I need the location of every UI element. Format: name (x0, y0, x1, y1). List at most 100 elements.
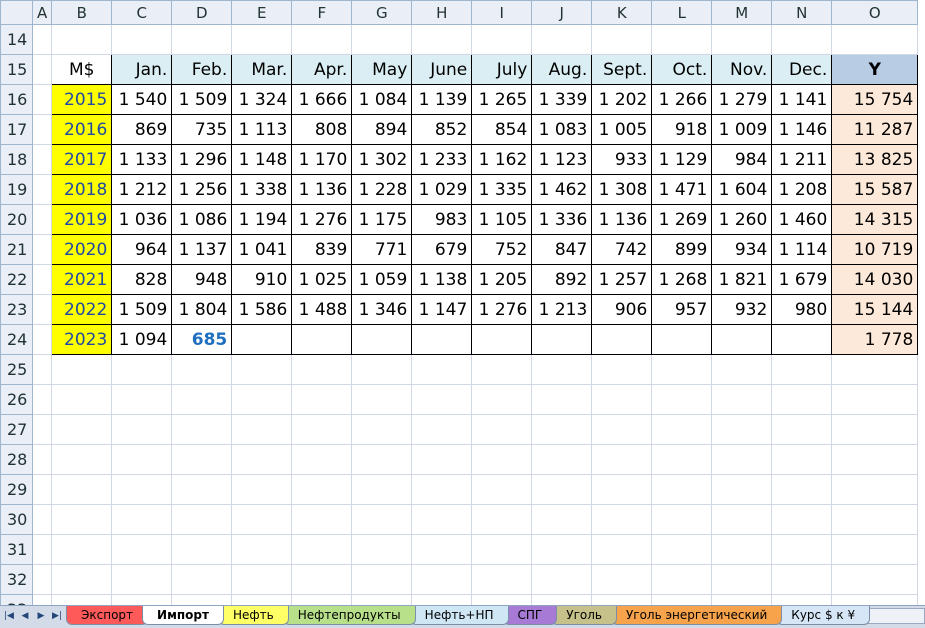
cell[interactable] (171, 444, 233, 475)
value-cell[interactable]: 1 136 (291, 174, 353, 205)
cell[interactable] (291, 384, 353, 415)
value-cell[interactable] (531, 324, 593, 355)
cell[interactable] (31, 144, 53, 175)
cell[interactable] (31, 534, 53, 565)
cell[interactable] (711, 594, 773, 605)
month-header[interactable]: Feb. (171, 54, 233, 85)
cell[interactable] (351, 504, 413, 535)
cell[interactable] (171, 24, 233, 55)
spreadsheet-grid[interactable]: A B C D E F G H I J K L M N O 14 15 M$ Jan. Feb. Mar. Apr. May… (0, 0, 925, 605)
cell[interactable] (531, 24, 593, 55)
value-cell[interactable]: 1 059 (351, 264, 413, 295)
value-cell[interactable]: 1 335 (471, 174, 533, 205)
cell[interactable] (591, 444, 653, 475)
cell[interactable] (771, 384, 833, 415)
year-cell[interactable]: 2021 (51, 264, 113, 295)
cell[interactable] (831, 564, 919, 595)
cell[interactable] (531, 474, 593, 505)
value-cell[interactable]: 1 041 (231, 234, 293, 265)
cell[interactable] (411, 444, 473, 475)
value-cell[interactable]: 1 083 (531, 114, 593, 145)
cell[interactable] (291, 414, 353, 445)
cell[interactable] (831, 354, 919, 385)
value-cell[interactable]: 1 260 (711, 204, 773, 235)
cell[interactable] (471, 504, 533, 535)
value-cell[interactable]: 1 009 (711, 114, 773, 145)
cell[interactable] (711, 564, 773, 595)
cell[interactable] (411, 384, 473, 415)
value-cell[interactable]: 1 141 (771, 84, 833, 115)
cell[interactable] (51, 504, 113, 535)
year-cell[interactable]: 2015 (51, 84, 113, 115)
value-cell[interactable]: 828 (111, 264, 173, 295)
cell[interactable] (351, 474, 413, 505)
cell[interactable] (711, 414, 773, 445)
cell[interactable] (831, 444, 919, 475)
cell[interactable] (351, 564, 413, 595)
value-cell[interactable]: 1 086 (171, 204, 233, 235)
cell[interactable] (111, 594, 173, 605)
month-header[interactable]: June (411, 54, 473, 85)
value-cell[interactable]: 1 084 (351, 84, 413, 115)
value-cell[interactable]: 1 276 (471, 294, 533, 325)
cell[interactable] (171, 414, 233, 445)
row-header[interactable]: 29 (0, 474, 33, 505)
value-cell[interactable]: 964 (111, 234, 173, 265)
cell[interactable] (231, 504, 293, 535)
cell[interactable] (651, 354, 713, 385)
row-header[interactable]: 28 (0, 444, 33, 475)
value-cell[interactable]: 894 (351, 114, 413, 145)
cell[interactable] (711, 384, 773, 415)
cell[interactable] (771, 474, 833, 505)
cell[interactable] (31, 354, 53, 385)
cell[interactable] (411, 414, 473, 445)
cell[interactable] (111, 504, 173, 535)
row-header[interactable]: 31 (0, 534, 33, 565)
cell[interactable] (651, 474, 713, 505)
cell[interactable] (591, 564, 653, 595)
value-cell[interactable]: 1 256 (171, 174, 233, 205)
cell[interactable] (831, 504, 919, 535)
cell[interactable] (31, 84, 53, 115)
cell[interactable] (51, 534, 113, 565)
cell[interactable] (531, 594, 593, 605)
cell[interactable] (591, 414, 653, 445)
cell[interactable] (231, 354, 293, 385)
cell[interactable] (31, 294, 53, 325)
row-header[interactable]: 25 (0, 354, 33, 385)
value-cell[interactable] (291, 324, 353, 355)
cell[interactable] (51, 384, 113, 415)
year-total-cell[interactable]: 15 144 (831, 294, 919, 325)
column-header-N[interactable]: N (771, 0, 833, 25)
month-header[interactable]: Aug. (531, 54, 593, 85)
year-total-cell[interactable]: 11 287 (831, 114, 919, 145)
value-cell[interactable]: 1 279 (711, 84, 773, 115)
value-cell[interactable]: 1 194 (231, 204, 293, 235)
cell[interactable] (31, 324, 53, 355)
value-cell[interactable]: 1 129 (651, 144, 713, 175)
value-cell[interactable]: 1 146 (771, 114, 833, 145)
cell[interactable] (471, 564, 533, 595)
row-header[interactable]: 19 (0, 174, 33, 205)
value-cell[interactable]: 1 212 (111, 174, 173, 205)
cell[interactable] (291, 474, 353, 505)
column-header-I[interactable]: I (471, 0, 533, 25)
value-cell[interactable]: 1 471 (651, 174, 713, 205)
cell[interactable] (471, 354, 533, 385)
value-cell[interactable]: 742 (591, 234, 653, 265)
cell[interactable] (111, 24, 173, 55)
month-header[interactable]: Dec. (771, 54, 833, 85)
column-header-A[interactable]: A (31, 0, 53, 25)
cell[interactable] (51, 564, 113, 595)
value-cell[interactable] (771, 324, 833, 355)
cell[interactable] (171, 384, 233, 415)
cell[interactable] (51, 594, 113, 605)
cell[interactable] (171, 354, 233, 385)
value-cell[interactable]: 854 (471, 114, 533, 145)
sheet-tab[interactable]: Нефть+НП (409, 606, 509, 625)
last-sheet-icon[interactable]: ▶| (50, 609, 64, 623)
value-cell[interactable]: 1 821 (711, 264, 773, 295)
value-cell[interactable]: 1 460 (771, 204, 833, 235)
value-cell[interactable]: 1 213 (531, 294, 593, 325)
row-header[interactable]: 22 (0, 264, 33, 295)
